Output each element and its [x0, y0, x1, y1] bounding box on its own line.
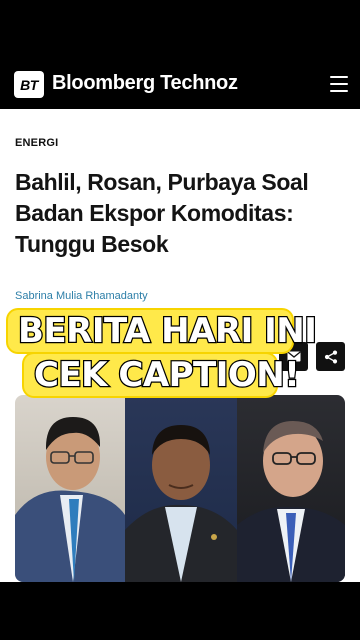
article-category[interactable]: ENERGI — [15, 137, 58, 149]
person-photo-right — [237, 395, 345, 582]
share-icon — [324, 350, 337, 363]
email-icon — [286, 351, 301, 362]
article-content: ENERGI Bahlil, Rosan, Purbaya Soal Badan… — [0, 109, 360, 582]
article-author[interactable]: Sabrina Mulia Rhamadanty — [15, 290, 148, 302]
person-photo-middle — [125, 395, 237, 582]
brand-logo[interactable]: BT — [14, 71, 44, 98]
person-photo-left — [15, 395, 125, 582]
article-hero-image[interactable] — [15, 395, 345, 582]
brand-name[interactable]: Bloomberg Technoz — [52, 72, 238, 95]
bottom-bar — [0, 582, 360, 640]
hamburger-menu-icon[interactable] — [330, 76, 348, 92]
article-title: Bahlil, Rosan, Purbaya Soal Badan Ekspor… — [15, 169, 309, 258]
share-button[interactable] — [316, 342, 345, 371]
email-share-button[interactable] — [279, 342, 308, 371]
app-header: BT Bloomberg Technoz — [0, 60, 360, 109]
